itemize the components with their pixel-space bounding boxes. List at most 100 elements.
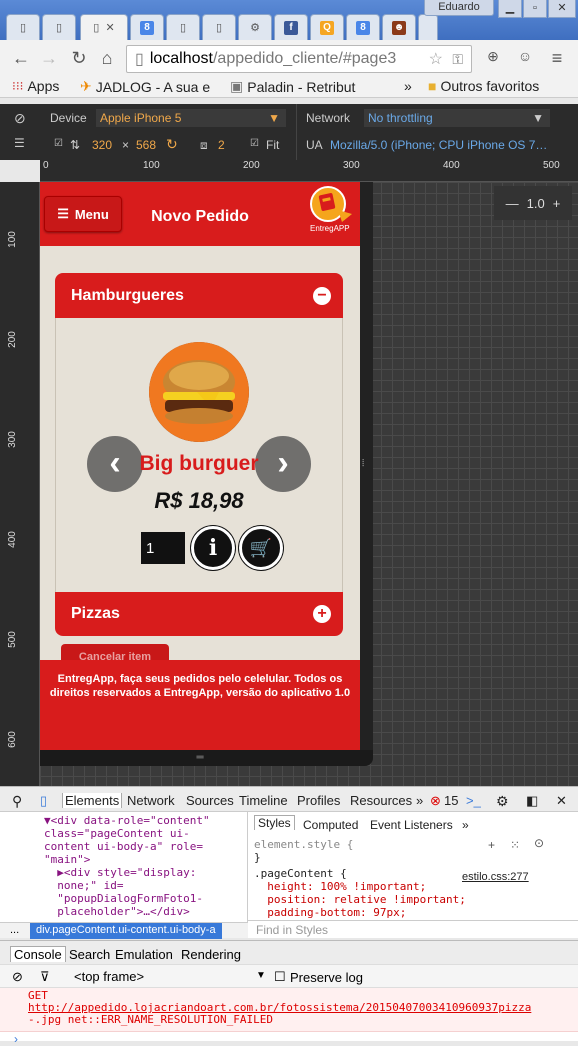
console-prompt[interactable]: ›: [0, 1032, 578, 1046]
zoom-out-button[interactable]: —: [506, 196, 519, 211]
page-icon: ▯: [179, 22, 187, 34]
style-line[interactable]: padding-bottom: 97px;: [254, 906, 466, 919]
dom-tree[interactable]: ▼<div data-role="content" class="pageCon…: [0, 812, 248, 938]
close-window-icon[interactable]: ✕: [548, 0, 576, 18]
resize-handle-right[interactable]: ⦙: [360, 182, 373, 750]
toggle-element-state-icon[interactable]: ⁙: [510, 838, 520, 852]
resize-handle-bottom[interactable]: ═: [190, 752, 210, 763]
extension-icon[interactable]: ☺: [514, 48, 536, 64]
new-style-rule-icon[interactable]: +: [488, 838, 495, 852]
ua-input[interactable]: Mozilla/5.0 (iPhone; CPU iPhone OS 7…: [330, 138, 547, 152]
back-icon[interactable]: ←: [10, 48, 32, 69]
more-style-tabs[interactable]: »: [462, 818, 469, 832]
bookmark-paladin[interactable]: ▣ Paladin - Retribut: [230, 78, 355, 95]
menu-button[interactable]: ☰ Menu: [44, 196, 122, 232]
dpr-input[interactable]: 2: [218, 138, 225, 152]
stylesheet-link[interactable]: estilo.css:277: [462, 871, 529, 883]
clear-console-icon[interactable]: ⊘: [12, 969, 23, 985]
breadcrumb-more[interactable]: ...: [10, 924, 19, 936]
browser-tab[interactable]: ▯: [6, 14, 40, 40]
tab-styles[interactable]: Styles: [254, 815, 295, 830]
checkbox-checked[interactable]: ☑: [54, 138, 63, 149]
find-in-styles-input[interactable]: Find in Styles: [248, 920, 578, 938]
tab-network[interactable]: Network: [127, 793, 175, 808]
info-button[interactable]: i: [191, 526, 235, 570]
disable-emulation-icon[interactable]: ⊘: [14, 110, 26, 127]
tab-sources[interactable]: Sources: [186, 793, 234, 808]
profile-badge[interactable]: Eduardo: [424, 0, 494, 16]
forward-icon[interactable]: →: [38, 48, 60, 69]
style-line[interactable]: position: relative !important;: [254, 893, 466, 906]
new-tab-button[interactable]: [418, 14, 438, 40]
key-icon[interactable]: ⚿: [452, 51, 463, 68]
frame-select[interactable]: <top frame>: [74, 969, 144, 984]
zoom-in-button[interactable]: +: [553, 196, 561, 211]
style-line[interactable]: height: 100% !important;: [254, 880, 466, 893]
browser-tab[interactable]: ☻: [382, 14, 416, 40]
device-select[interactable]: Apple iPhone 5 ▼: [96, 109, 286, 127]
network-select[interactable]: No throttling ▼: [364, 109, 550, 127]
menu-label: Menu: [74, 206, 109, 222]
address-bar[interactable]: ▯ localhost/appedido_cliente/#page3 ☆ ⚿: [126, 45, 472, 73]
tab-computed[interactable]: Computed: [303, 818, 358, 832]
page-icon: ▯: [215, 22, 223, 34]
browser-tab[interactable]: Q: [310, 14, 344, 40]
swap-dimensions-icon[interactable]: ⇅: [70, 138, 80, 152]
browser-tab[interactable]: 8: [130, 14, 164, 40]
fit-checkbox[interactable]: ☑: [250, 138, 259, 149]
tab-elements[interactable]: Elements: [62, 793, 123, 808]
tab-rendering[interactable]: Rendering: [181, 947, 241, 962]
media-query-icon[interactable]: ☰: [14, 136, 25, 150]
dock-icon[interactable]: ◧: [526, 793, 538, 809]
menu-icon[interactable]: ≡: [546, 48, 568, 69]
close-tab-icon[interactable]: ✕: [105, 21, 114, 34]
preserve-log-checkbox[interactable]: ☐: [274, 969, 286, 985]
bookmarks-overflow[interactable]: »: [404, 78, 412, 94]
dom-line[interactable]: ▶<div style="display:: [44, 866, 247, 879]
filter-icon[interactable]: ⊽: [40, 969, 50, 985]
breadcrumb-item[interactable]: div.pageContent.ui-content.ui-body-a: [30, 923, 222, 939]
browser-tab[interactable]: ▯: [42, 14, 76, 40]
quantity-input[interactable]: 1: [141, 532, 185, 564]
more-tabs[interactable]: »: [416, 793, 423, 808]
category-header-pizzas[interactable]: Pizzas +: [55, 592, 343, 636]
browser-tab[interactable]: 8: [346, 14, 380, 40]
avatar-icon: ☻: [392, 20, 406, 35]
browser-tab-active[interactable]: ▯ ✕: [80, 14, 128, 40]
dom-line[interactable]: ▼<div data-role="content": [44, 814, 247, 827]
add-to-cart-button[interactable]: 🛒: [239, 526, 283, 570]
tab-profiles[interactable]: Profiles: [297, 793, 340, 808]
star-icon[interactable]: ☆: [429, 49, 443, 69]
device-mode-icon[interactable]: ▯: [40, 793, 47, 809]
width-input[interactable]: 320: [92, 138, 112, 152]
browser-tab[interactable]: ⚙: [238, 14, 272, 40]
color-format-icon[interactable]: ⊙: [534, 836, 544, 850]
bookmark-folder-others[interactable]: ■ Outros favoritos: [428, 78, 539, 94]
browser-tab[interactable]: ▯: [166, 14, 200, 40]
tab-event-listeners[interactable]: Event Listeners: [370, 818, 453, 832]
category-header-hamburgueres[interactable]: Hamburgueres −: [55, 273, 343, 318]
rotate-icon[interactable]: ↻: [166, 136, 178, 153]
browser-tab[interactable]: ▯: [202, 14, 236, 40]
reload-icon[interactable]: ↻: [68, 48, 90, 69]
tab-timeline[interactable]: Timeline: [239, 793, 288, 808]
close-devtools-icon[interactable]: ✕: [556, 793, 567, 809]
error-count[interactable]: 15: [444, 793, 458, 808]
console-drawer-icon[interactable]: >_: [466, 793, 481, 808]
info-icon: i: [208, 535, 218, 561]
height-input[interactable]: 568: [136, 138, 156, 152]
tab-console[interactable]: Console: [10, 946, 66, 962]
bookmark-jadlog[interactable]: ✈ JADLOG - A sua e: [80, 78, 210, 95]
tab-resources[interactable]: Resources: [350, 793, 412, 808]
maximize-icon[interactable]: ▫: [523, 0, 547, 18]
bookmark-apps[interactable]: ⁝⁝⁝ Apps: [12, 78, 59, 94]
tab-search[interactable]: Search: [69, 947, 110, 962]
home-icon[interactable]: ⌂: [96, 48, 118, 69]
inspect-icon[interactable]: ⚲: [12, 793, 22, 810]
minimize-icon[interactable]: ▁: [498, 0, 522, 18]
tab-emulation[interactable]: Emulation: [115, 947, 173, 962]
extension-icon[interactable]: ⊕: [482, 48, 504, 65]
browser-tab[interactable]: f: [274, 14, 308, 40]
settings-gear-icon[interactable]: ⚙: [496, 793, 509, 810]
dropdown-icon: ▼: [268, 111, 280, 125]
